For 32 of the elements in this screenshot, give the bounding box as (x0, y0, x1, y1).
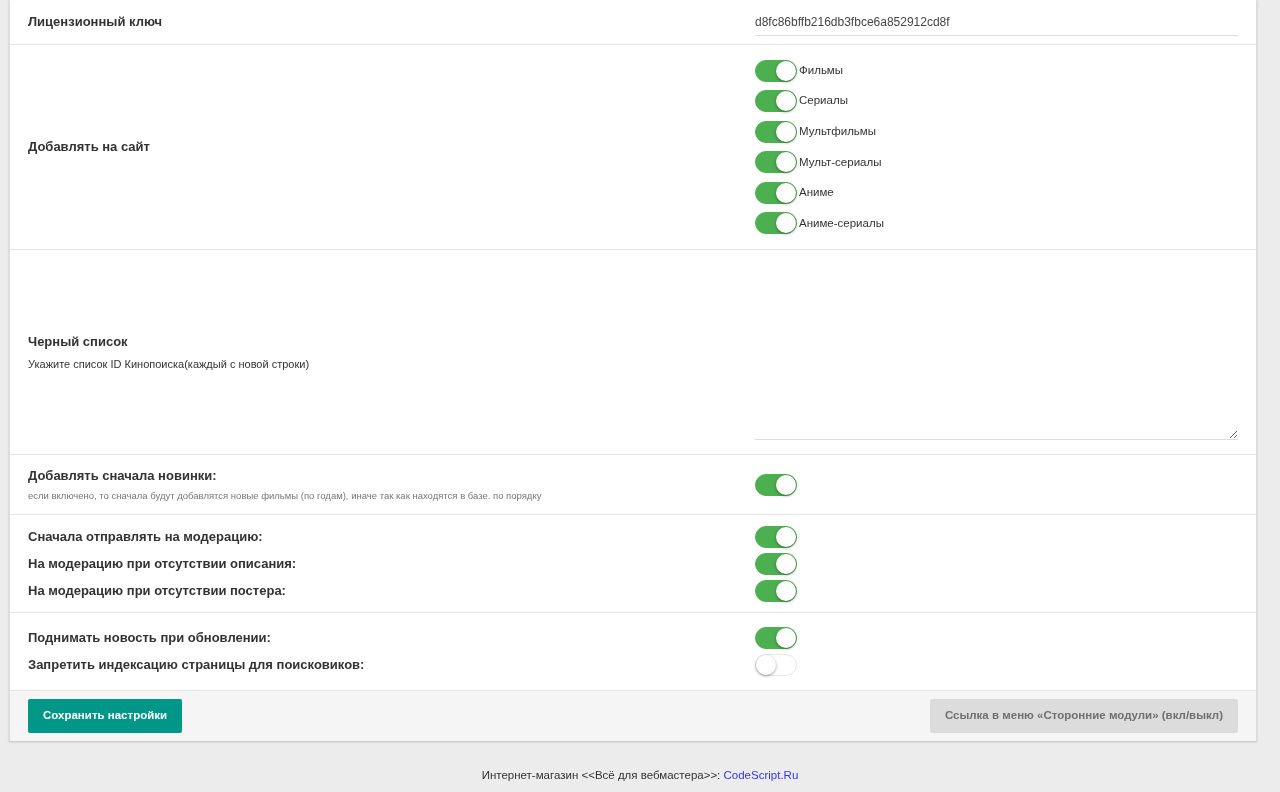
field-label: Лицензионный ключ (28, 13, 164, 32)
setting-hint: если включено, то сначала будут добавлятся новые фильмы (по годам), иначе так как находятся в базе. по порядку (28, 489, 543, 504)
option-label: Мульт-сериалы (799, 154, 882, 170)
setting-label: Запретить индексацию страницы для поисковиков: (28, 656, 366, 674)
setting-label: Сначала отправлять на модерацию: (28, 527, 264, 546)
setting-label: На модерацию при отсутствии постера: (28, 581, 287, 600)
license-key-field[interactable]: d8fc86bffb216db3fbce6a852912cd8f (755, 8, 1238, 36)
toggle-switch[interactable] (755, 525, 797, 548)
toggle-switch[interactable] (755, 627, 797, 649)
toggle-switch[interactable] (755, 90, 797, 113)
setting-label: На модерацию при отсутствии описания: (28, 554, 298, 573)
field-label: Черный список (28, 332, 129, 351)
option-label: Аниме (799, 185, 834, 201)
toggle-switch[interactable] (755, 151, 797, 174)
footer-text: Интернет-магазин <<Всё для вебмастера>>: CodeScript.Ru (481, 768, 799, 783)
toggle-switch[interactable] (755, 579, 797, 602)
option-label: Сериалы (799, 93, 848, 109)
option-label: Аниме-сериалы (799, 215, 884, 231)
toggle-switch[interactable] (755, 212, 797, 235)
toggle-switch[interactable] (755, 59, 797, 82)
save-button[interactable]: Сохранить настройки (28, 699, 183, 733)
toggle-switch[interactable] (755, 120, 797, 143)
setting-label: Поднимать новость при обновлении: (28, 629, 272, 647)
toggle-switch[interactable] (755, 473, 797, 496)
option-label: Фильмы (799, 62, 844, 78)
toggle-switch[interactable] (755, 552, 797, 575)
toggle-switch[interactable] (755, 181, 797, 204)
site-link[interactable]: CodeScript.Ru (723, 769, 799, 781)
field-hint: Укажите список ID Кинопоиска(каждый с новой строки) (28, 357, 311, 372)
field-label: Добавлять на сайт (28, 138, 151, 157)
setting-label: Добавлять сначала новинки: (28, 467, 218, 486)
option-label: Мультфильмы (799, 124, 877, 140)
